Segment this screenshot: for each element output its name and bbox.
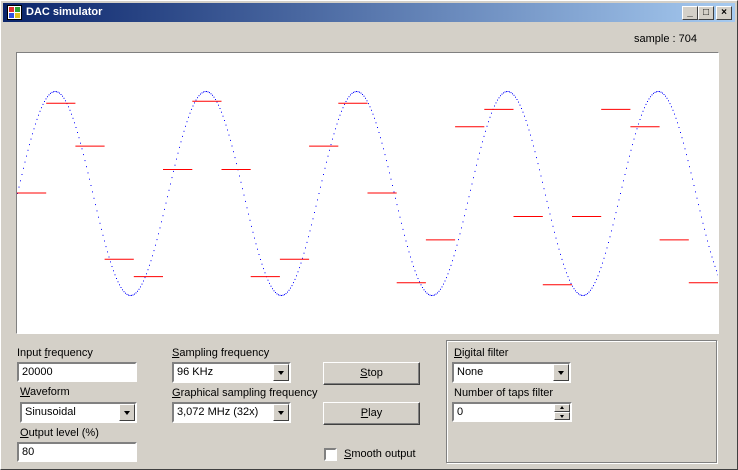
dac-steps xyxy=(17,100,718,286)
app-icon[interactable] xyxy=(7,5,22,20)
waveform-canvas xyxy=(17,91,718,296)
smooth-output-checkbox[interactable] xyxy=(324,448,337,461)
output-level-label: Output level (%) xyxy=(20,427,99,439)
title-bar[interactable]: DAC simulator _ □ × xyxy=(3,3,735,22)
taps-spinner[interactable] xyxy=(554,404,570,420)
taps-filter-value: 0 xyxy=(457,406,464,418)
sampling-frequency-label: Sampling frequency xyxy=(172,347,270,359)
sample-counter: sample : 704 xyxy=(634,33,697,45)
taps-filter-label: Number of taps filter xyxy=(454,387,554,399)
input-frequency-field[interactable]: 20000 xyxy=(17,362,137,382)
graphical-sampling-value: 3,072 MHz (32x) xyxy=(177,406,259,418)
graphical-sampling-label: Graphical sampling frequency xyxy=(172,387,318,399)
close-button[interactable]: × xyxy=(716,6,732,20)
smooth-output-label[interactable]: Smooth output xyxy=(344,448,416,460)
waveform-label: Waveform xyxy=(20,386,70,398)
main-window: DAC simulator _ □ × sample : 704 Input f… xyxy=(0,0,738,470)
taps-filter-field[interactable]: 0 xyxy=(452,402,572,422)
chevron-down-icon[interactable] xyxy=(553,364,569,381)
digital-filter-label: Digital filter xyxy=(454,347,509,359)
output-level-field[interactable]: 80 xyxy=(17,442,137,462)
waveform-plot xyxy=(16,52,719,334)
spin-down-icon[interactable] xyxy=(554,412,570,420)
chevron-down-icon[interactable] xyxy=(273,404,289,421)
play-button[interactable]: Play xyxy=(323,402,420,425)
input-frequency-label: Input frequency xyxy=(17,347,93,359)
digital-filter-select[interactable]: None xyxy=(452,362,571,383)
chevron-down-icon[interactable] xyxy=(273,364,289,381)
graphical-sampling-select[interactable]: 3,072 MHz (32x) xyxy=(172,402,291,423)
maximize-button[interactable]: □ xyxy=(698,6,714,20)
stop-button[interactable]: Stop xyxy=(323,362,420,385)
sampling-frequency-select[interactable]: 96 KHz xyxy=(172,362,291,383)
sampling-frequency-value: 96 KHz xyxy=(177,366,214,378)
chevron-down-icon[interactable] xyxy=(119,404,135,421)
minimize-button[interactable]: _ xyxy=(682,6,698,20)
window-title: DAC simulator xyxy=(26,6,103,18)
spin-up-icon[interactable] xyxy=(554,404,570,412)
waveform-select-value: Sinusoidal xyxy=(25,406,76,418)
waveform-select[interactable]: Sinusoidal xyxy=(20,402,137,423)
digital-filter-value: None xyxy=(457,366,484,378)
